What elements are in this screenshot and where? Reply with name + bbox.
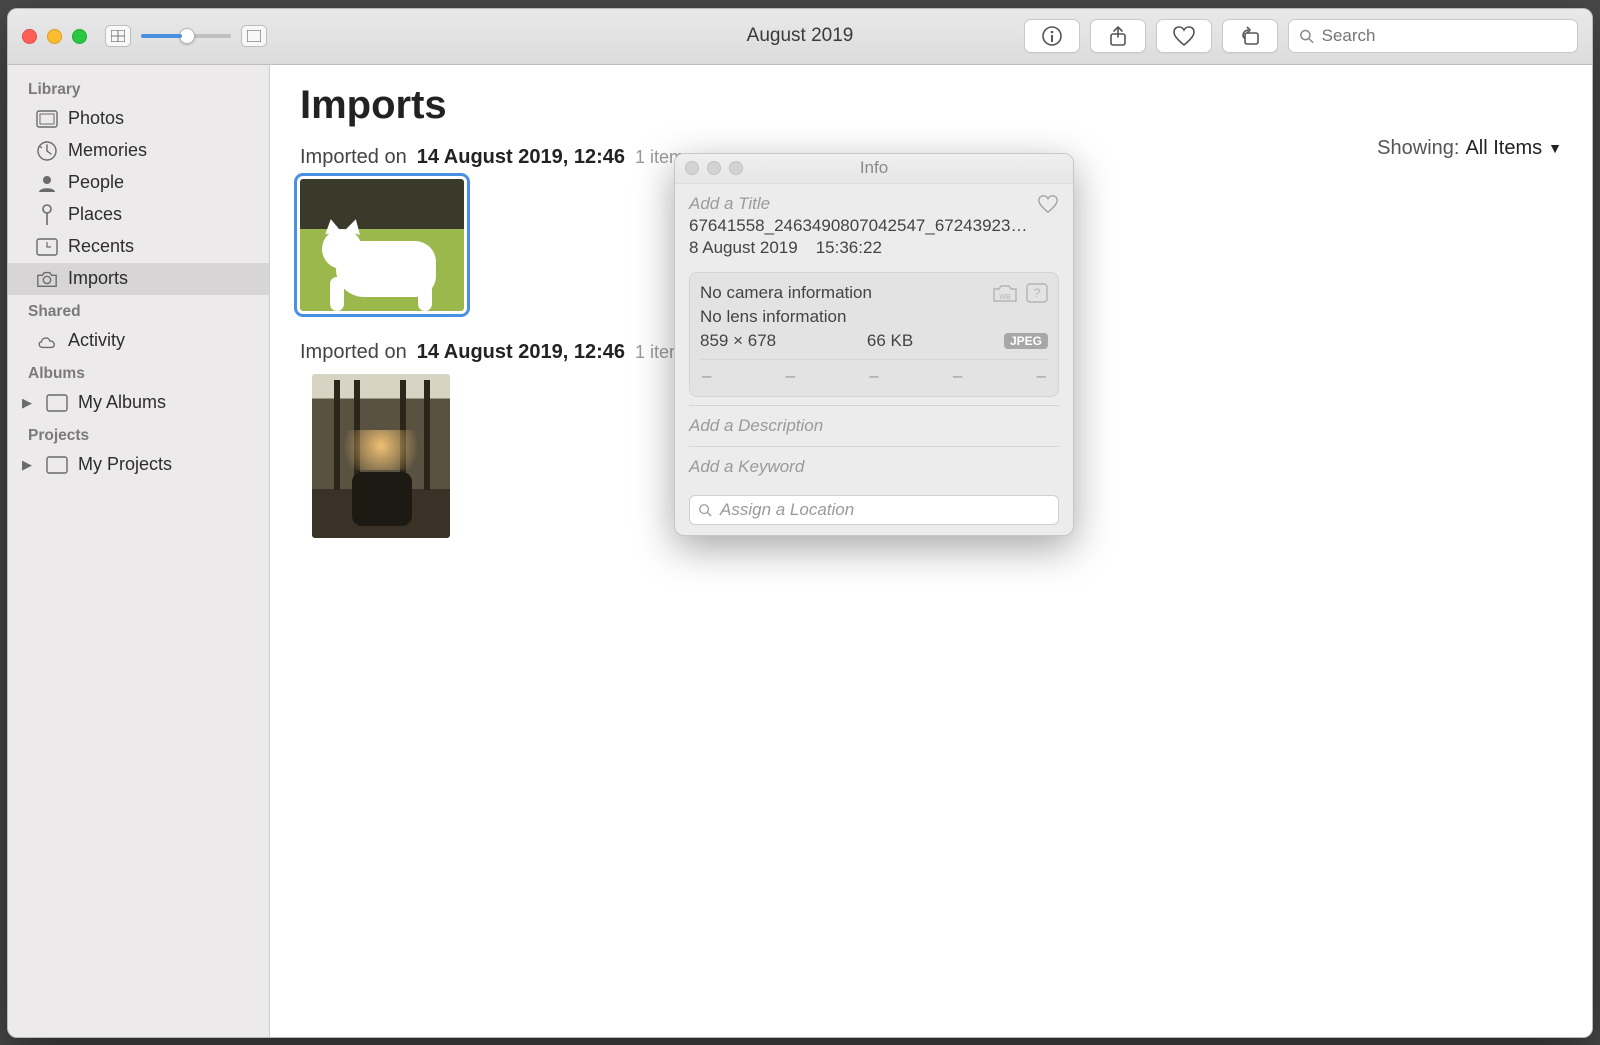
sidebar-section-projects: Projects xyxy=(8,419,269,449)
search-icon xyxy=(698,503,712,517)
description-input[interactable]: Add a Description xyxy=(689,405,1059,446)
info-panel-title: Info xyxy=(860,158,888,178)
sidebar-item-photos[interactable]: Photos xyxy=(8,103,269,135)
sidebar-item-label: Memories xyxy=(68,140,147,161)
title-input[interactable]: Add a Title xyxy=(689,194,770,214)
sidebar-item-label: My Projects xyxy=(78,454,172,475)
group-date: 14 August 2019, 12:46 xyxy=(417,341,625,364)
disclosure-icon[interactable]: ▶ xyxy=(22,395,34,411)
photo-thumbnail[interactable] xyxy=(300,179,464,311)
cloud-icon xyxy=(36,330,58,352)
sidebar-item-recents[interactable]: Recents xyxy=(8,231,269,263)
showing-label: Showing: xyxy=(1377,137,1459,160)
lens-info: No lens information xyxy=(700,307,846,327)
sidebar-item-label: Recents xyxy=(68,236,134,257)
traffic-lights xyxy=(22,29,87,44)
search-icon xyxy=(1299,28,1314,44)
camera-wb-icon: WB xyxy=(992,283,1018,303)
sidebar-item-label: Photos xyxy=(68,108,124,129)
folder-icon xyxy=(46,454,68,476)
svg-text:?: ? xyxy=(1034,286,1041,300)
exif-dash-row: – – – – – xyxy=(700,359,1048,388)
photos-icon xyxy=(36,108,58,130)
zoom-button[interactable] xyxy=(72,29,87,44)
dash: – xyxy=(1037,366,1046,386)
dash: – xyxy=(869,366,878,386)
sidebar-item-label: Imports xyxy=(68,268,128,289)
sidebar-section-albums: Albums xyxy=(8,357,269,387)
dash: – xyxy=(953,366,962,386)
close-button[interactable] xyxy=(22,29,37,44)
dash: – xyxy=(786,366,795,386)
info-filename: 67641558_2463490807042547_67243923… xyxy=(689,216,1029,236)
imports-icon xyxy=(36,268,58,290)
folder-icon xyxy=(46,392,68,414)
info-date: 8 August 2019 xyxy=(689,238,798,258)
slider-knob[interactable] xyxy=(179,28,195,44)
location-placeholder: Assign a Location xyxy=(720,500,854,520)
rotate-button[interactable] xyxy=(1222,19,1278,53)
sidebar-item-my-projects[interactable]: ▶ My Projects xyxy=(8,449,269,481)
dimensions: 859 × 678 xyxy=(700,331,776,351)
group-date: 14 August 2019, 12:46 xyxy=(417,146,625,169)
thumbnail-content xyxy=(312,374,450,538)
sidebar: Library Photos Memories xyxy=(8,65,270,1037)
sidebar-item-imports[interactable]: Imports xyxy=(8,263,269,295)
window-titlebar: August 2019 xyxy=(8,9,1592,65)
sidebar-item-label: Places xyxy=(68,204,122,225)
photo-thumbnail[interactable] xyxy=(312,374,450,538)
camera-meta-box: No camera information WB ? No lens infor… xyxy=(689,272,1059,397)
sidebar-item-my-albums[interactable]: ▶ My Albums xyxy=(8,387,269,419)
help-icon: ? xyxy=(1026,283,1048,303)
thumb-small-icon[interactable] xyxy=(105,25,131,47)
search-field[interactable] xyxy=(1288,19,1578,53)
panel-zoom-button[interactable] xyxy=(729,161,743,175)
thumbnail-content xyxy=(300,179,464,311)
camera-info: No camera information xyxy=(700,283,872,303)
recents-icon xyxy=(36,236,58,258)
people-icon xyxy=(36,172,58,194)
info-time: 15:36:22 xyxy=(816,238,882,258)
thumb-size-slider[interactable] xyxy=(141,34,231,38)
group-prefix: Imported on xyxy=(300,146,407,169)
group-prefix: Imported on xyxy=(300,341,407,364)
format-badge: JPEG xyxy=(1004,333,1048,349)
disclosure-icon[interactable]: ▶ xyxy=(22,457,34,473)
keyword-input[interactable]: Add a Keyword xyxy=(689,446,1059,487)
panel-traffic-lights xyxy=(685,161,743,175)
chevron-down-icon: ▼ xyxy=(1548,140,1562,156)
info-panel: Info Add a Title 67641558_24634908070425… xyxy=(674,153,1074,536)
panel-close-button[interactable] xyxy=(685,161,699,175)
favorite-button[interactable] xyxy=(1156,19,1212,53)
sidebar-item-label: My Albums xyxy=(78,392,166,413)
dash: – xyxy=(702,366,711,386)
share-button[interactable] xyxy=(1090,19,1146,53)
sidebar-item-activity[interactable]: Activity xyxy=(8,325,269,357)
info-button[interactable] xyxy=(1024,19,1080,53)
app-window: August 2019 xyxy=(7,8,1593,1038)
location-input[interactable]: Assign a Location xyxy=(689,495,1059,525)
places-icon xyxy=(36,204,58,226)
info-panel-titlebar[interactable]: Info xyxy=(675,154,1073,184)
favorite-icon[interactable] xyxy=(1037,194,1059,214)
sidebar-item-people[interactable]: People xyxy=(8,167,269,199)
sidebar-item-label: People xyxy=(68,172,124,193)
sidebar-item-label: Activity xyxy=(68,330,125,351)
sidebar-section-shared: Shared xyxy=(8,295,269,325)
search-input[interactable] xyxy=(1322,26,1567,46)
showing-filter[interactable]: Showing: All Items ▼ xyxy=(1377,137,1562,160)
minimize-button[interactable] xyxy=(47,29,62,44)
sidebar-item-memories[interactable]: Memories xyxy=(8,135,269,167)
sidebar-item-places[interactable]: Places xyxy=(8,199,269,231)
showing-value: All Items xyxy=(1465,137,1542,160)
filesize: 66 KB xyxy=(776,331,1004,351)
memories-icon xyxy=(36,140,58,162)
thumb-large-icon[interactable] xyxy=(241,25,267,47)
panel-minimize-button[interactable] xyxy=(707,161,721,175)
thumbnail-size-control xyxy=(105,25,267,47)
page-title: Imports xyxy=(300,83,1562,128)
sidebar-section-library: Library xyxy=(8,73,269,103)
svg-text:WB: WB xyxy=(999,294,1011,301)
